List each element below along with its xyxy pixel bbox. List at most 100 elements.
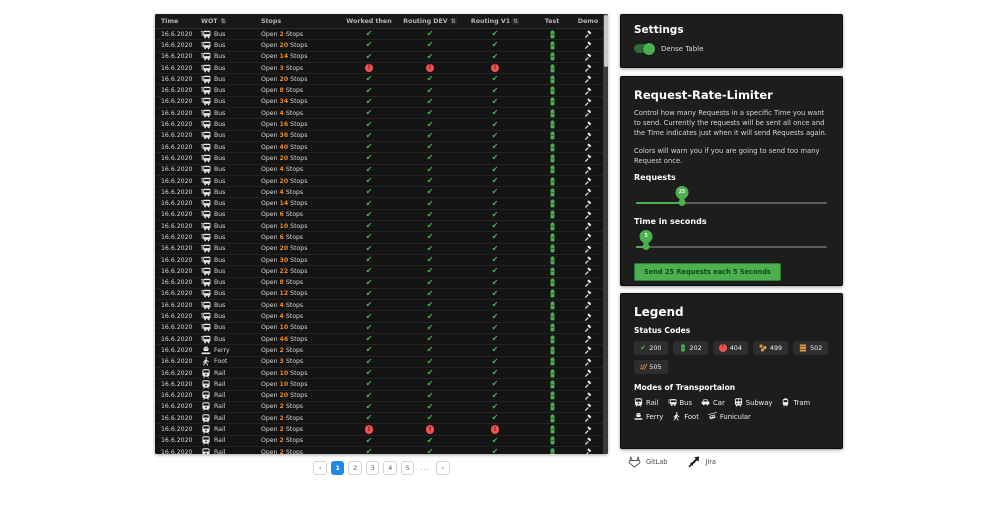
hammer-icon[interactable]	[584, 132, 592, 140]
page-button-3[interactable]: 3	[366, 461, 380, 475]
hammer-icon[interactable]	[584, 87, 592, 95]
hammer-icon[interactable]	[584, 211, 592, 219]
hammer-icon[interactable]	[584, 324, 592, 332]
open-stops-count: 2	[280, 437, 284, 444]
hammer-icon[interactable]	[584, 403, 592, 411]
time-slider-thumb[interactable]	[642, 243, 649, 250]
hammer-icon[interactable]	[584, 143, 592, 151]
requests-slider[interactable]: 25	[636, 184, 827, 210]
check-icon: ✔	[366, 448, 373, 454]
hammer-icon[interactable]	[584, 290, 592, 298]
status-code-chip-200: ✔200	[634, 341, 668, 355]
mode-label: Rail	[214, 403, 225, 410]
next-page-button[interactable]: ›	[436, 461, 450, 475]
check-icon: ✔	[366, 53, 373, 61]
mode-label: Rail	[214, 370, 225, 377]
column-header-routing-v1[interactable]: Routing V1⇅	[459, 18, 531, 25]
time-slider[interactable]: 5	[636, 228, 827, 254]
hammer-icon[interactable]	[584, 177, 592, 185]
hammer-icon[interactable]	[584, 154, 592, 162]
hammer-icon[interactable]	[584, 380, 592, 388]
bus-icon	[201, 165, 211, 174]
page-button-5[interactable]: 5	[401, 461, 415, 475]
battery-icon	[550, 154, 555, 163]
hammer-icon[interactable]	[584, 233, 592, 241]
status-ok-cell: ✔	[459, 279, 531, 287]
hammer-icon[interactable]	[584, 313, 592, 321]
check-icon: ✔	[366, 380, 373, 388]
demo-cell	[573, 245, 603, 253]
check-icon: ✔	[427, 324, 434, 332]
hammer-icon[interactable]	[584, 245, 592, 253]
column-header-wot[interactable]: WOT⇅	[201, 18, 261, 25]
table-row: 16.6.2020BusOpen34Stops✔✔✔	[155, 97, 608, 108]
hammer-icon[interactable]	[584, 222, 592, 230]
mode-label: Bus	[214, 211, 225, 218]
hammer-icon[interactable]	[584, 392, 592, 400]
table-scrollbar[interactable]	[603, 14, 608, 454]
status-code-chip-202: 202	[673, 341, 708, 355]
hammer-icon[interactable]	[584, 369, 592, 377]
hammer-icon[interactable]	[584, 200, 592, 208]
hammer-icon[interactable]	[584, 346, 592, 354]
table-row: 16.6.2020BusOpen14Stops✔✔✔	[155, 198, 608, 209]
open-stops-count: 6	[280, 234, 284, 241]
hammer-icon[interactable]	[584, 41, 592, 49]
mode-label: Bus	[214, 166, 225, 173]
hammer-icon[interactable]	[584, 267, 592, 275]
status-ok-cell: ✔	[337, 211, 401, 219]
hammer-icon[interactable]	[584, 64, 592, 72]
open-stops-count: 20	[280, 155, 289, 162]
sort-icon[interactable]: ⇅	[450, 18, 457, 25]
jira-link[interactable]: Jira	[687, 456, 716, 468]
hammer-icon[interactable]	[584, 188, 592, 196]
stops-cell: Open40Stops	[261, 144, 337, 151]
mode-cell: Bus	[201, 267, 261, 276]
hammer-icon[interactable]	[584, 448, 592, 454]
page-button-2[interactable]: 2	[348, 461, 362, 475]
hammer-icon[interactable]	[584, 53, 592, 61]
table-row: 16.6.2020BusOpen40Stops✔✔✔	[155, 142, 608, 153]
hammer-icon[interactable]	[584, 98, 592, 106]
send-requests-button[interactable]: Send 25 Requests each 5 Seconds	[634, 263, 781, 281]
status-ok-cell: ✔	[337, 143, 401, 151]
hammer-icon[interactable]	[584, 414, 592, 422]
hammer-icon[interactable]	[584, 279, 592, 287]
stops-cell: Open4Stops	[261, 189, 337, 196]
time-slider-track[interactable]	[636, 246, 827, 248]
gitlab-link[interactable]: GitLab	[628, 456, 667, 468]
hammer-icon[interactable]	[584, 358, 592, 366]
hammer-icon[interactable]	[584, 166, 592, 174]
hammer-icon[interactable]	[584, 426, 592, 434]
hammer-icon[interactable]	[584, 121, 592, 129]
hammer-icon[interactable]	[584, 109, 592, 117]
hammer-icon[interactable]	[584, 256, 592, 264]
open-stops-count: 30	[280, 257, 289, 264]
column-header-routing-dev[interactable]: Routing DEV⇅	[401, 18, 459, 25]
battery-icon	[550, 75, 555, 84]
hammer-icon[interactable]	[584, 301, 592, 309]
hammer-icon[interactable]	[584, 437, 592, 445]
mode-label: Bus	[214, 279, 225, 286]
dense-table-toggle[interactable]	[634, 44, 655, 53]
stops-cell: Open22Stops	[261, 268, 337, 275]
status-ok-cell: ✔	[337, 437, 401, 445]
check-icon: ✔	[492, 358, 499, 366]
stops-cell: Open4Stops	[261, 313, 337, 320]
requests-slider-thumb[interactable]	[678, 199, 685, 206]
sort-icon[interactable]: ⇅	[220, 18, 227, 25]
scrollbar-thumb[interactable]	[604, 15, 608, 67]
demo-cell	[573, 256, 603, 264]
demo-cell	[573, 41, 603, 49]
page-button-1[interactable]: 1	[331, 461, 345, 475]
status-ok-cell: ✔	[401, 132, 459, 140]
test-cell	[531, 165, 573, 174]
previous-page-button[interactable]: ‹	[313, 461, 327, 475]
sort-icon[interactable]: ⇅	[512, 18, 519, 25]
column-header-time: Time	[155, 18, 201, 25]
status-error-cell: !	[401, 425, 459, 434]
hammer-icon[interactable]	[584, 30, 592, 38]
page-button-4[interactable]: 4	[383, 461, 397, 475]
hammer-icon[interactable]	[584, 75, 592, 83]
hammer-icon[interactable]	[584, 335, 592, 343]
